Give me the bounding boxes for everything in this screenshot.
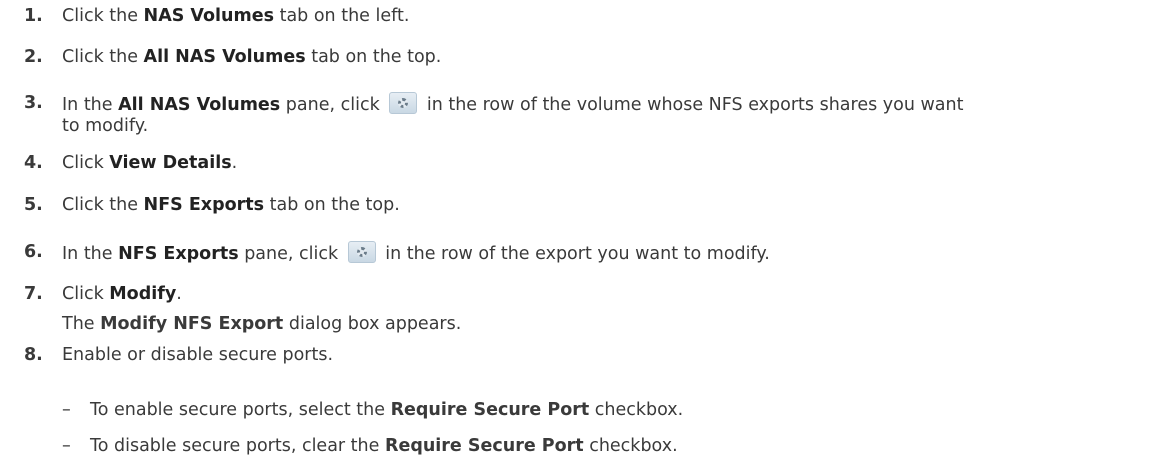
ui-term: Require Secure Port (390, 400, 590, 420)
step-number: 6. (24, 242, 43, 262)
ui-term: Modify NFS Export (100, 314, 284, 334)
procedure-document: 1. Click the NAS Volumes tab on the left… (0, 0, 1162, 474)
step-text-pre: In the (62, 244, 119, 264)
note-text-pre: The (62, 314, 101, 334)
step-text-post: . (176, 284, 182, 304)
step-text: In the All NAS Volumes pane, click in th… (62, 92, 1152, 116)
ui-term: Modify (109, 284, 177, 304)
step-text-pre: In the (62, 95, 119, 115)
step-text: Click Modify. (62, 283, 1152, 305)
note-text-post: dialog box appears. (283, 314, 462, 334)
step-text-post: . (231, 153, 238, 173)
dash-marker: – (62, 400, 71, 420)
step-number: 2. (24, 47, 43, 67)
bullet-text-pre: To disable secure ports, clear the (90, 436, 385, 456)
step-text: Enable or disable secure ports. (62, 345, 334, 365)
step-7-result: The Modify NFS Export dialog box appears… (62, 313, 1152, 335)
step-text-post: in the row of the volume whose NFS expor… (421, 95, 964, 115)
step-text-pre: Click (62, 153, 110, 173)
ui-term: Require Secure Port (384, 436, 584, 456)
ui-term: All NAS Volumes (143, 47, 306, 67)
step-number: 7. (24, 284, 43, 304)
ui-term: View Details (109, 153, 232, 173)
bullet-text-pre: To enable secure ports, select the (90, 400, 391, 420)
bullet-text-post: checkbox. (589, 400, 684, 420)
step-text-post: in the row of the export you want to mod… (379, 244, 770, 264)
step-text-pre: Click the (62, 47, 144, 67)
step-text-pre: Click (62, 284, 110, 304)
step-text: Click the NFS Exports tab on the top. (62, 194, 1152, 216)
ui-term: NFS Exports (143, 195, 265, 215)
step-number: 4. (24, 153, 43, 173)
step-text-post: tab on the top. (264, 195, 400, 215)
gear-icon (347, 241, 376, 263)
step-number: 1. (24, 6, 43, 26)
bullet-text-post: checkbox. (583, 436, 678, 456)
step-text: In the NFS Exports pane, click in the ro… (62, 241, 1152, 265)
step-number: 8. (24, 345, 43, 365)
ui-term: NAS Volumes (143, 6, 275, 26)
step-text-mid: pane, click (280, 95, 386, 115)
step-text-post: tab on the left. (274, 6, 410, 26)
step-text: Click the All NAS Volumes tab on the top… (62, 46, 1152, 68)
bullet-disable: – To disable secure ports, clear the Requ… (62, 435, 1152, 457)
step-text-pre: Click the (62, 195, 144, 215)
step-text-mid: pane, click (238, 244, 344, 264)
step-number: 5. (24, 195, 43, 215)
step-3-continuation: to modify. (62, 116, 149, 136)
step-text: Click View Details. (62, 152, 1152, 174)
ui-term: All NAS Volumes (118, 95, 281, 115)
dash-marker: – (62, 436, 71, 456)
ui-term: NFS Exports (118, 244, 239, 264)
step-text-post: tab on the top. (305, 47, 442, 67)
bullet-enable: – To enable secure ports, select the Requ… (62, 399, 1152, 421)
step-text-pre: Click the (62, 6, 144, 26)
gear-icon (389, 92, 418, 114)
step-text: Click the NAS Volumes tab on the left. (62, 5, 1152, 27)
step-number: 3. (24, 93, 43, 113)
